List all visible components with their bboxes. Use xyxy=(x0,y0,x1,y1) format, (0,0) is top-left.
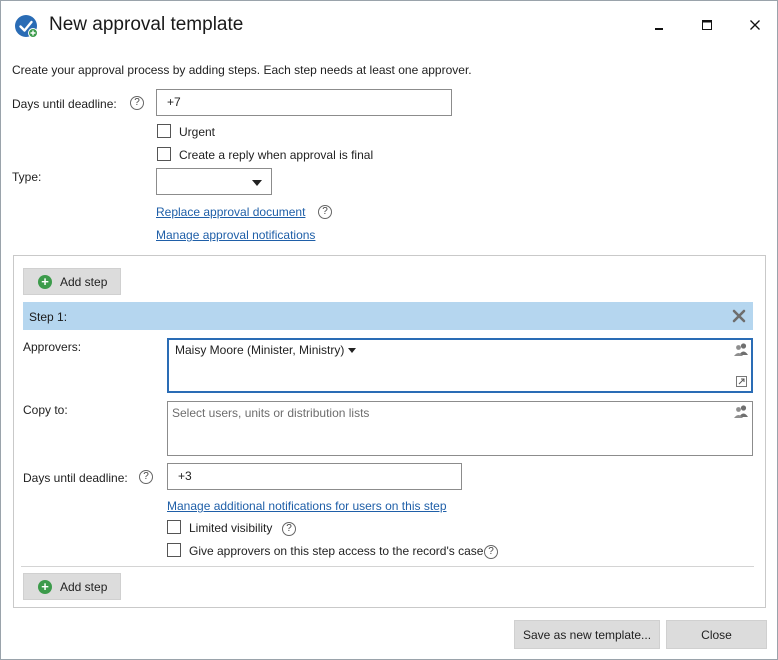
approvers-label: Approvers: xyxy=(23,340,82,354)
type-label: Type: xyxy=(12,170,42,184)
add-step-button[interactable]: + Add step xyxy=(23,268,121,295)
close-button[interactable]: Close xyxy=(666,620,767,649)
people-icon[interactable] xyxy=(734,405,748,418)
help-icon[interactable]: ? xyxy=(282,522,296,536)
add-step-label: Add step xyxy=(60,580,108,594)
give-access-label: Give approvers on this step access to th… xyxy=(189,544,484,558)
divider xyxy=(21,566,754,567)
title-bar: New approval template xyxy=(1,1,777,49)
people-icon[interactable] xyxy=(734,343,748,356)
save-as-new-template-button[interactable]: Save as new template... xyxy=(514,620,660,649)
limited-visibility-label: Limited visibility xyxy=(189,521,273,535)
limited-visibility-checkbox[interactable] xyxy=(167,520,181,534)
step-title: Step 1: xyxy=(29,310,68,324)
step-days-until-deadline-label: Days until deadline: xyxy=(23,471,128,485)
manage-approval-notifications-link[interactable]: Manage approval notifications xyxy=(156,228,315,242)
copy-to-field[interactable]: Select users, units or distribution list… xyxy=(167,401,753,456)
replace-approval-document-link[interactable]: Replace approval document xyxy=(156,205,305,219)
urgent-label: Urgent xyxy=(179,125,216,139)
days-until-deadline-label: Days until deadline: xyxy=(12,97,117,111)
window-title: New approval template xyxy=(49,14,244,35)
chevron-down-icon xyxy=(252,180,262,186)
help-icon[interactable]: ? xyxy=(139,470,153,484)
manage-additional-notifications-link[interactable]: Manage additional notifications for user… xyxy=(167,499,447,513)
days-until-deadline-input[interactable]: +7 xyxy=(156,89,452,116)
add-step-button[interactable]: + Add step xyxy=(23,573,121,600)
add-step-label: Add step xyxy=(60,275,108,289)
copy-to-placeholder: Select users, units or distribution list… xyxy=(172,406,370,420)
maximize-button[interactable] xyxy=(693,11,721,39)
copy-to-label: Copy to: xyxy=(23,403,68,417)
help-icon[interactable]: ? xyxy=(484,545,498,559)
step-days-until-deadline-input[interactable]: +3 xyxy=(167,463,462,490)
approver-token[interactable]: Maisy Moore (Minister, Ministry) xyxy=(175,343,344,357)
check-circle-icon xyxy=(15,15,38,38)
create-reply-label: Create a reply when approval is final xyxy=(179,148,374,162)
expand-icon[interactable] xyxy=(736,376,747,387)
help-icon[interactable]: ? xyxy=(318,205,332,219)
minimize-button[interactable] xyxy=(645,11,673,39)
help-icon[interactable]: ? xyxy=(130,96,144,110)
approvers-field[interactable]: Maisy Moore (Minister, Ministry) xyxy=(167,338,753,393)
plus-circle-icon: + xyxy=(38,275,52,289)
create-reply-checkbox[interactable] xyxy=(157,147,171,161)
close-window-button[interactable] xyxy=(741,11,769,39)
step-header: Step 1: xyxy=(23,302,753,330)
plus-circle-icon: + xyxy=(38,580,52,594)
chevron-down-icon[interactable] xyxy=(348,348,356,353)
type-dropdown[interactable] xyxy=(156,168,272,195)
urgent-checkbox[interactable] xyxy=(157,124,171,138)
close-x-icon[interactable] xyxy=(732,309,746,323)
intro-text: Create your approval process by adding s… xyxy=(12,63,472,77)
approval-template-dialog: New approval template Create your approv… xyxy=(0,0,778,660)
give-access-checkbox[interactable] xyxy=(167,543,181,557)
